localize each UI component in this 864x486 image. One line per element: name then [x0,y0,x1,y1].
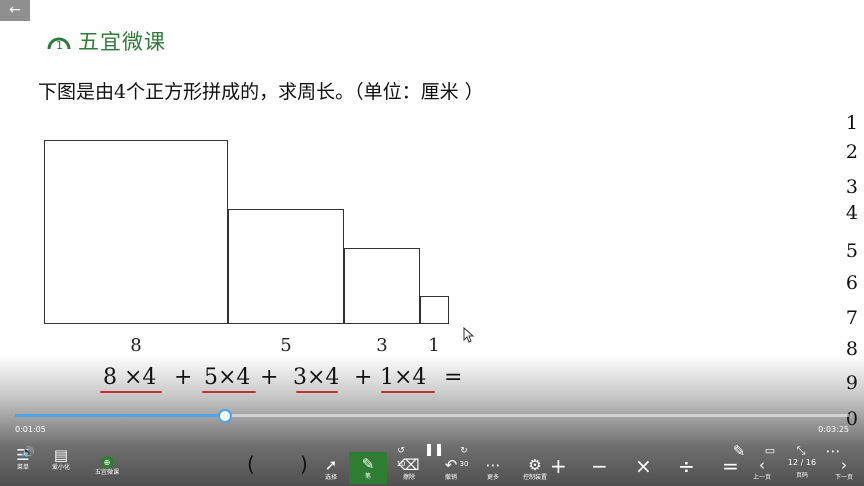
mouse-cursor-icon [463,327,475,343]
wuyi-button[interactable]: ⊕ 五宜微课 [92,451,122,477]
brand-title: 五宜微课 [78,30,166,54]
side-number: 6 [845,272,858,294]
screen-icon: ▭ [764,444,776,457]
pencil-icon: ✎ [732,442,746,460]
progress-fill [15,414,224,417]
formula-plus: + [260,365,279,390]
square-3 [344,248,420,324]
visual-button[interactable]: ▤ 爱小化 [48,446,74,472]
select-button[interactable]: ➚ 选择 [320,456,342,482]
side-number: 5 [845,240,858,262]
side-number: 4 [845,202,858,224]
square-1 [420,296,449,324]
square-label: 1 [428,335,440,356]
formula-equals: = [444,365,463,390]
control-icon: ⚙ [528,456,542,474]
side-number: 1 [845,112,858,134]
collapse-button[interactable]: ⤡ [792,442,810,460]
red-underline [296,391,338,393]
visual-icon: ▤ [53,446,69,464]
screen-button[interactable]: ▭ [762,442,778,460]
minus-button[interactable]: − [591,454,608,478]
multiply-button[interactable]: × [635,454,652,478]
current-time: 0:01:05 [15,425,46,434]
formula-term-3: 3×4 [293,365,340,390]
volume-button[interactable]: 🔊 [18,444,38,462]
chevron-right-icon: › [841,456,847,474]
forward-icon: ↻ [460,446,468,456]
control-button[interactable]: ⚙ 控制装置 [520,456,550,482]
eraser-icon: ⌫ [398,456,420,474]
red-underline [381,391,435,393]
pen-icon: ✎ [361,455,375,473]
pause-button[interactable]: ❚❚ [424,440,445,458]
pause-icon: ❚❚ [424,442,445,456]
side-number: 7 [845,307,858,329]
question-text: 下图是由4个正方形拼成的，求周长。（单位：厘米 ） [38,81,484,103]
side-number: 2 [845,141,858,163]
formula-term-2: 5×4 [204,365,251,390]
pen-button[interactable]: ✎ 笔 [349,452,387,484]
square-label: 8 [130,335,142,356]
paren-close-button[interactable]: ) [300,452,308,476]
paren-open-button[interactable]: ( [247,452,255,476]
progress-handle[interactable] [218,409,232,423]
red-underline [100,391,162,393]
wuyi-logo-icon: 1 [47,37,71,51]
pencil-button[interactable]: ✎ [730,442,748,460]
side-number: 9 [845,372,858,394]
divide-button[interactable]: ÷ [678,454,695,478]
square-label: 3 [376,335,388,356]
svg-text:1: 1 [56,39,63,51]
formula-plus: + [354,365,373,390]
square-5 [228,209,344,324]
red-underline [202,391,256,393]
formula-plus: + [174,365,193,390]
volume-icon: 🔊 [21,446,35,459]
skip-forward-button[interactable]: ↻ 30 [455,442,473,468]
cursor-icon: ➚ [324,456,338,474]
more-icon: ⋯ [485,456,501,474]
total-time: 0:03:25 [818,425,849,434]
side-number: 3 [845,176,858,198]
eraser-button[interactable]: ⌫ 擦除 [398,456,420,482]
more-button[interactable]: ⋯ 更多 [482,456,504,482]
wuyi-logo-icon: ⊕ [92,451,122,469]
square-label: 5 [280,335,292,356]
formula-term-4: 1×4 [380,365,427,390]
next-page-button[interactable]: › 下一页 [830,456,858,482]
formula-term-1: 8 ×4 [103,365,157,390]
back-button[interactable]: ← [0,0,30,21]
collapse-icon: ⤡ [796,444,806,457]
plus-button[interactable]: + [550,454,567,478]
arrow-left-icon: ← [9,2,21,18]
square-8 [44,140,228,324]
